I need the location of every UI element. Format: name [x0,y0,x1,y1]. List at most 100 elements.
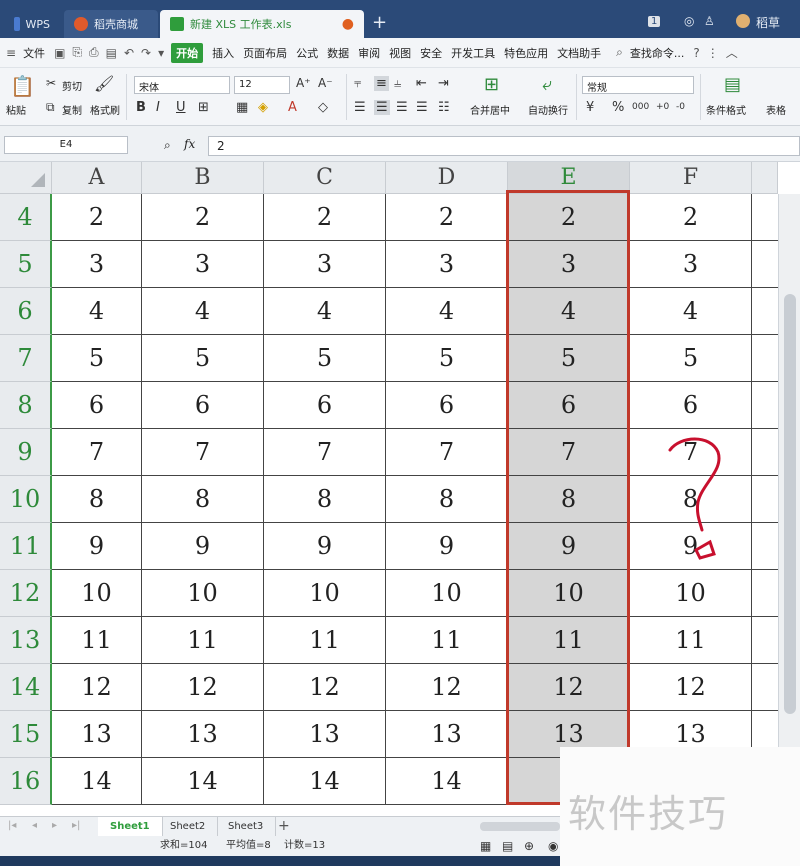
thousands-icon[interactable]: 000 [632,102,649,112]
distribute-icon[interactable]: ☷ [438,100,450,115]
horizontal-scrollbar[interactable] [480,822,560,831]
wrap-text-icon[interactable]: ⤶ [542,74,552,95]
new-tab-button[interactable]: + [372,12,387,33]
table-style-button[interactable]: 表格 [766,102,786,117]
menu-insert[interactable]: 插入 [212,45,234,61]
cell-d12[interactable]: 10 [386,570,508,617]
row-header-6[interactable]: 6 [0,288,52,335]
page-indicator[interactable]: 1 [648,16,661,27]
cell-a12[interactable]: 10 [52,570,142,617]
increase-indent-icon[interactable]: ⇥ [438,76,449,91]
cell-f4[interactable]: 2 [630,194,752,241]
currency-icon[interactable]: ¥ [586,100,594,115]
tab-spreadsheet[interactable]: 新建 XLS 工作表.xls ● [160,10,364,38]
cell-d9[interactable]: 7 [386,429,508,476]
cell-b8[interactable]: 6 [142,382,264,429]
cell-g9[interactable] [752,429,778,476]
sheet-nav-prev-icon[interactable]: ◂ [32,820,37,831]
bold-icon[interactable]: B [136,100,146,115]
row-header-9[interactable]: 9 [0,429,52,476]
cell-f13[interactable]: 11 [630,617,752,664]
cell-c5[interactable]: 3 [264,241,386,288]
cell-f11[interactable]: 9 [630,523,752,570]
cell-b5[interactable]: 3 [142,241,264,288]
collapse-ribbon-icon[interactable]: ︿ [726,44,738,61]
export-icon[interactable]: ⎘ [72,45,82,60]
cell-b10[interactable]: 8 [142,476,264,523]
cell-e7[interactable]: 5 [508,335,630,382]
cell-d6[interactable]: 4 [386,288,508,335]
menu-doc-assistant[interactable]: 文档助手 [557,45,601,61]
cell-e9[interactable]: 7 [508,429,630,476]
shrink-font-icon[interactable]: A⁻ [318,76,333,90]
menu-formulas[interactable]: 公式 [296,45,318,61]
cell-c7[interactable]: 5 [264,335,386,382]
percent-icon[interactable]: % [612,100,624,115]
align-middle-icon[interactable]: ≡ [374,76,389,91]
cell-c9[interactable]: 7 [264,429,386,476]
menu-review[interactable]: 审阅 [358,45,380,61]
eye-protection-icon[interactable]: ◉ [548,836,558,856]
sheet-nav-last-icon[interactable]: ▸| [72,820,80,831]
user-name[interactable]: 稻草 [756,14,780,31]
merge-icon[interactable]: ⊞ [484,74,499,95]
more-icon[interactable]: ⋮ [707,46,719,60]
sheet-tab-2[interactable]: Sheet2 [158,817,219,836]
row-header-10[interactable]: 10 [0,476,52,523]
clear-format-icon[interactable]: ◇ [318,100,328,115]
cell-d4[interactable]: 2 [386,194,508,241]
cell-d8[interactable]: 6 [386,382,508,429]
page-break-view-icon[interactable]: ⊕ [524,836,534,856]
select-all-corner[interactable] [0,162,52,194]
cell-g7[interactable] [752,335,778,382]
row-header-7[interactable]: 7 [0,335,52,382]
menu-security[interactable]: 安全 [420,45,442,61]
cell-c13[interactable]: 11 [264,617,386,664]
print-icon[interactable]: ⎙ [89,45,99,60]
cell-b12[interactable]: 10 [142,570,264,617]
save-icon[interactable]: ▣ [54,46,65,60]
cell-g4[interactable] [752,194,778,241]
grow-font-icon[interactable]: A⁺ [296,76,311,90]
increase-decimal-icon[interactable]: +0 [656,102,669,112]
cell-c6[interactable]: 4 [264,288,386,335]
column-header-c[interactable]: C [264,162,386,194]
menu-view[interactable]: 视图 [389,45,411,61]
align-top-icon[interactable]: ⫧ [354,76,361,91]
cell-d7[interactable]: 5 [386,335,508,382]
page-layout-view-icon[interactable]: ▤ [502,836,513,856]
paste-button[interactable]: 粘贴 [6,102,26,117]
cell-a4[interactable]: 2 [52,194,142,241]
decrease-indent-icon[interactable]: ⇤ [416,76,427,91]
italic-icon[interactable]: I [156,100,160,115]
cell-g11[interactable] [752,523,778,570]
cell-c11[interactable]: 9 [264,523,386,570]
cell-a14[interactable]: 12 [52,664,142,711]
tab-docer-store[interactable]: 稻壳商城 [64,10,158,38]
scissors-icon[interactable]: ✂ [46,76,56,90]
cell-d15[interactable]: 13 [386,711,508,758]
column-header-f[interactable]: F [630,162,752,194]
help-icon[interactable]: ? [693,46,699,60]
cell-g13[interactable] [752,617,778,664]
zoom-search-icon[interactable]: ⌕ [164,138,171,153]
cell-b14[interactable]: 12 [142,664,264,711]
cell-d14[interactable]: 12 [386,664,508,711]
cell-g5[interactable] [752,241,778,288]
cell-c12[interactable]: 10 [264,570,386,617]
cell-f14[interactable]: 12 [630,664,752,711]
cut-button[interactable]: 剪切 [62,78,82,93]
vertical-scrollbar[interactable] [778,194,800,809]
cell-a6[interactable]: 4 [52,288,142,335]
tab-wps[interactable]: WPS [4,10,60,38]
formula-input[interactable]: 2 [208,136,800,156]
shirt-icon[interactable]: ♙ [704,14,715,28]
cell-b7[interactable]: 5 [142,335,264,382]
unsaved-dot-icon[interactable]: ● [342,16,354,32]
cell-c16[interactable]: 14 [264,758,386,805]
cell-e8[interactable]: 6 [508,382,630,429]
cell-d5[interactable]: 3 [386,241,508,288]
cell-f8[interactable]: 6 [630,382,752,429]
cell-a8[interactable]: 6 [52,382,142,429]
cell-b6[interactable]: 4 [142,288,264,335]
